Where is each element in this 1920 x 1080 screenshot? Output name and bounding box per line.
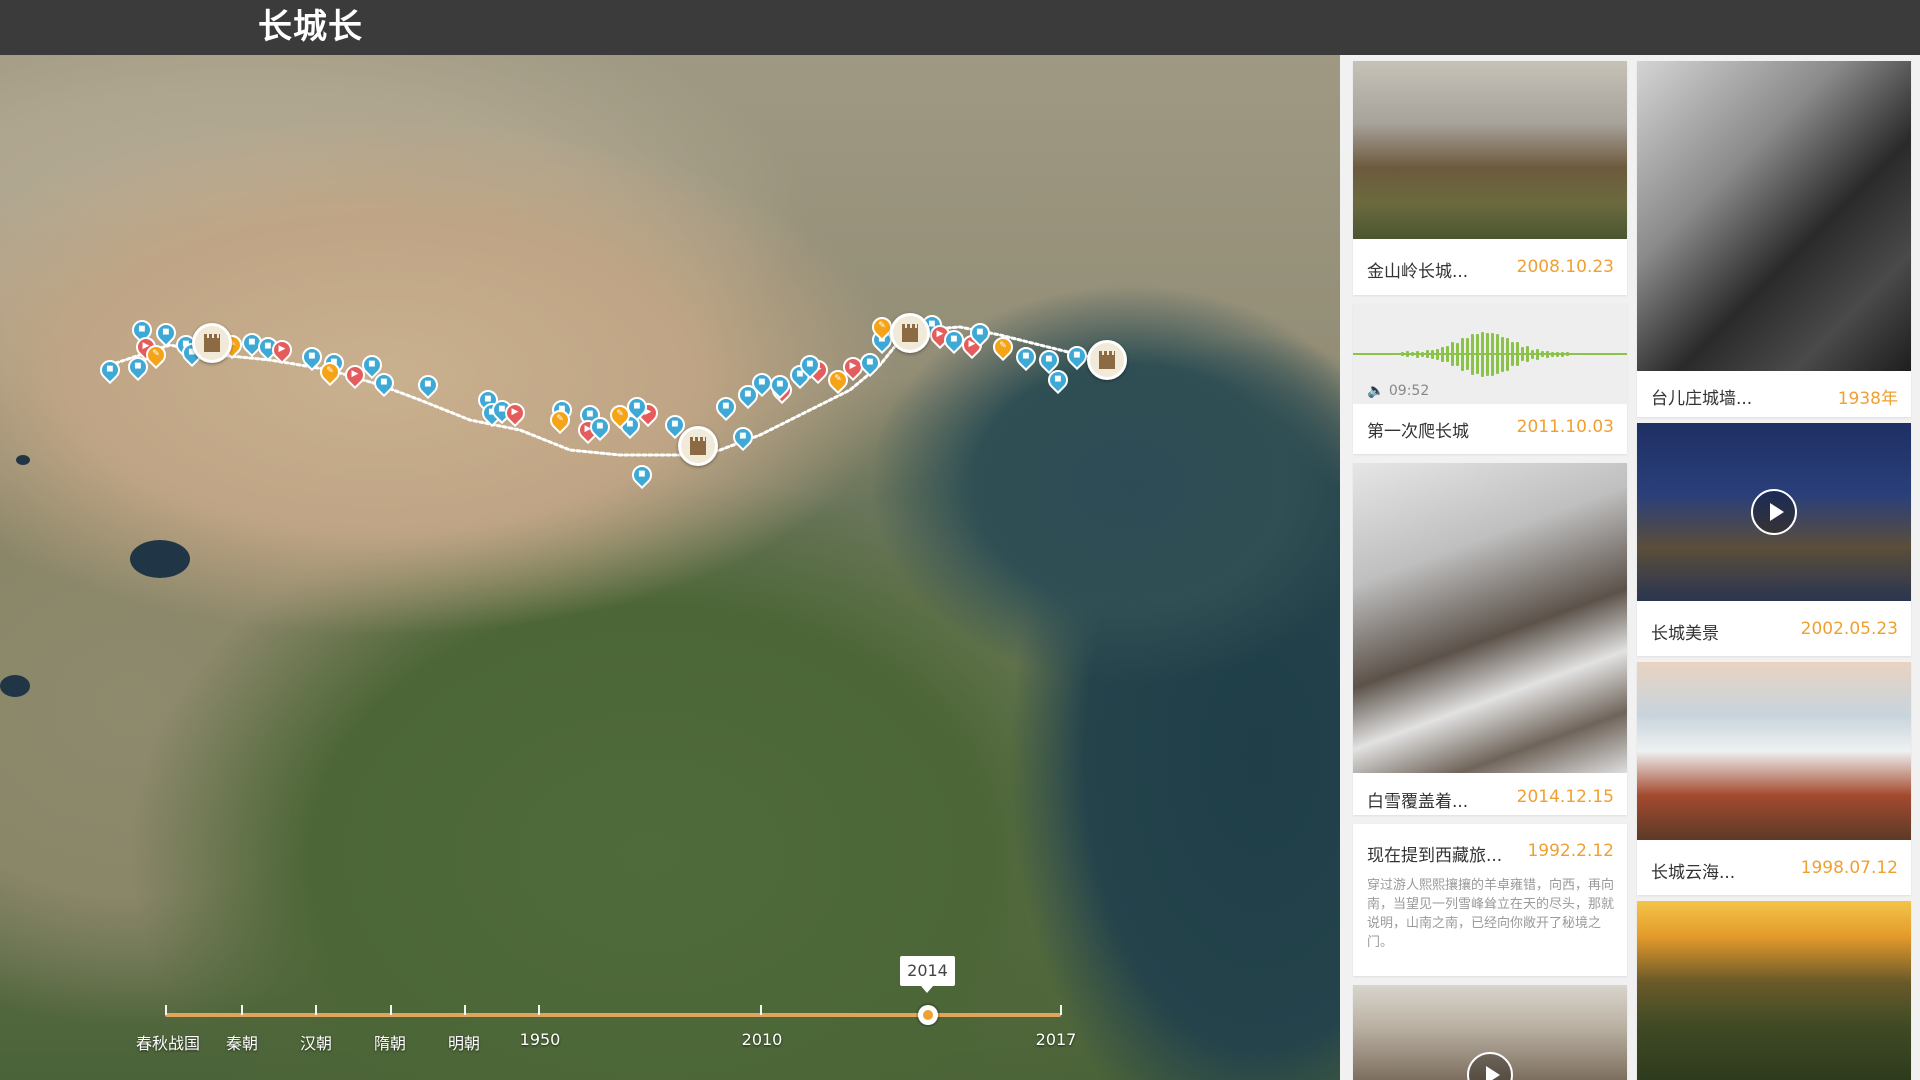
card-date: 2014.12.15 [1516, 787, 1614, 807]
waveform-bar [1451, 342, 1454, 366]
waveform-bar [1446, 346, 1449, 362]
photo-card[interactable] [1637, 901, 1911, 1080]
waveform-bar [1531, 349, 1534, 359]
timeline-tick [538, 1005, 540, 1015]
timeline-label[interactable]: 秦朝 [226, 1030, 258, 1054]
waveform-bar [1466, 338, 1469, 370]
waveform-bar [1521, 347, 1524, 361]
photo-card[interactable]: 金山岭长城... 2008.10.23 [1353, 61, 1627, 295]
timeline-label[interactable]: 明朝 [448, 1030, 480, 1054]
timeline-label[interactable]: 汉朝 [300, 1030, 332, 1054]
waveform-bar [1491, 332, 1494, 376]
timeline-tick [315, 1005, 317, 1015]
waveform-bar [1561, 351, 1564, 357]
audio-card[interactable]: 🔈 09:52 第一次爬长城 2011.10.03 [1353, 304, 1627, 454]
play-icon[interactable] [1751, 489, 1797, 535]
duration-text: 09:52 [1388, 383, 1430, 399]
card-date: 1998.07.12 [1800, 858, 1898, 878]
card-date: 2008.10.23 [1516, 257, 1614, 277]
card-photo [1637, 61, 1911, 371]
timeline-label[interactable]: 2017 [1036, 1030, 1077, 1049]
waveform-bar [1566, 352, 1569, 356]
card-caption: 长城云海... [1651, 863, 1736, 883]
timeline-tick [241, 1005, 243, 1015]
waveform-bar [1551, 351, 1554, 357]
waveform-bar [1411, 352, 1414, 356]
story-excerpt: 穿过游人熙熙攘攘的羊卓雍错，向西，再向南，当望见一列雪峰耸立在天的尽头，那就说明… [1367, 878, 1615, 950]
timeline: 春秋战国 秦朝 汉朝 隋朝 明朝 1950 2010 2017 2014 [0, 55, 1340, 1080]
waveform-bar [1481, 331, 1484, 377]
waveform-bar [1506, 337, 1509, 371]
waveform-bar [1426, 350, 1429, 358]
card-photo [1637, 901, 1911, 1080]
waveform-bar [1431, 349, 1434, 359]
selected-year-tooltip: 2014 [900, 956, 955, 993]
timeline-label[interactable]: 春秋战国 [136, 1030, 200, 1054]
waveform-bar [1416, 350, 1419, 358]
timeline-label[interactable]: 1950 [520, 1030, 561, 1049]
story-title: 现在提到西藏旅... [1367, 846, 1503, 866]
photo-card[interactable]: 长城云海... 1998.07.12 [1637, 662, 1911, 895]
waveform-bar [1476, 334, 1479, 374]
photo-card[interactable]: 白雪覆盖着... 2014.12.15 [1353, 463, 1627, 815]
memory-feed[interactable]: 金山岭长城... 2008.10.23 🔈 09:52 第一次爬长城 2011.… [1340, 55, 1920, 1080]
card-date: 1938年 [1837, 389, 1898, 409]
waveform-bar [1486, 332, 1489, 376]
waveform-bar [1496, 334, 1499, 374]
waveform-bar [1401, 352, 1404, 356]
app-title: 长城长 [258, 7, 363, 47]
satellite-map[interactable]: ◼◼◼▶✎◼◼◼✎◼◼▶◼◼✎▶◼◼◼◼◼◼▶◼✎◼▶◼◼✎▶◼◼◼◼◼▶◼◼✎… [0, 55, 1340, 1080]
card-date: 2002.05.23 [1800, 619, 1898, 639]
waveform-bar [1461, 337, 1464, 371]
speaker-icon: 🔈 [1367, 383, 1385, 399]
card-caption: 长城美景 [1651, 624, 1719, 644]
waveform-bar [1511, 342, 1514, 366]
waveform-bar [1556, 351, 1559, 357]
card-photo [1353, 463, 1627, 773]
timeline-handle[interactable] [918, 1005, 938, 1025]
story-date: 1992.2.12 [1527, 841, 1614, 861]
card-caption: 第一次爬长城 [1367, 422, 1469, 442]
timeline-tick [464, 1005, 466, 1015]
waveform-bar [1441, 346, 1444, 362]
timeline-tick [760, 1005, 762, 1015]
top-bar: 长城长 [0, 0, 1920, 55]
card-caption: 白雪覆盖着... [1367, 792, 1469, 812]
video-card[interactable] [1353, 985, 1627, 1080]
audio-duration: 🔈 09:52 [1367, 383, 1429, 399]
card-caption: 金山岭长城... [1367, 262, 1469, 282]
waveform-bar [1406, 351, 1409, 357]
waveform-bar [1501, 336, 1504, 372]
waveform-bar [1421, 351, 1424, 357]
story-card[interactable]: 现在提到西藏旅... 1992.2.12 穿过游人熙熙攘攘的羊卓雍错，向西，再向… [1353, 824, 1627, 976]
waveform-bar [1456, 342, 1459, 366]
timeline-tick [390, 1005, 392, 1015]
card-photo [1353, 61, 1627, 239]
card-photo [1637, 662, 1911, 840]
waveform-bar [1541, 351, 1544, 357]
video-card[interactable]: 长城美景 2002.05.23 [1637, 423, 1911, 656]
waveform-bar [1546, 350, 1549, 358]
waveform-bar [1536, 348, 1539, 360]
card-date: 2011.10.03 [1516, 417, 1614, 437]
waveform-bar [1516, 342, 1519, 366]
waveform-bar [1436, 348, 1439, 360]
timeline-label[interactable]: 隋朝 [374, 1030, 406, 1054]
timeline-tick [1060, 1005, 1062, 1015]
waveform-bar [1526, 346, 1529, 362]
timeline-tick [165, 1005, 167, 1015]
card-caption: 台儿庄城墙... [1651, 389, 1753, 409]
timeline-label[interactable]: 2010 [742, 1030, 783, 1049]
waveform-baseline [1353, 353, 1627, 355]
waveform-bar [1471, 333, 1474, 375]
photo-card[interactable]: 台儿庄城墙... 1938年 [1637, 61, 1911, 417]
